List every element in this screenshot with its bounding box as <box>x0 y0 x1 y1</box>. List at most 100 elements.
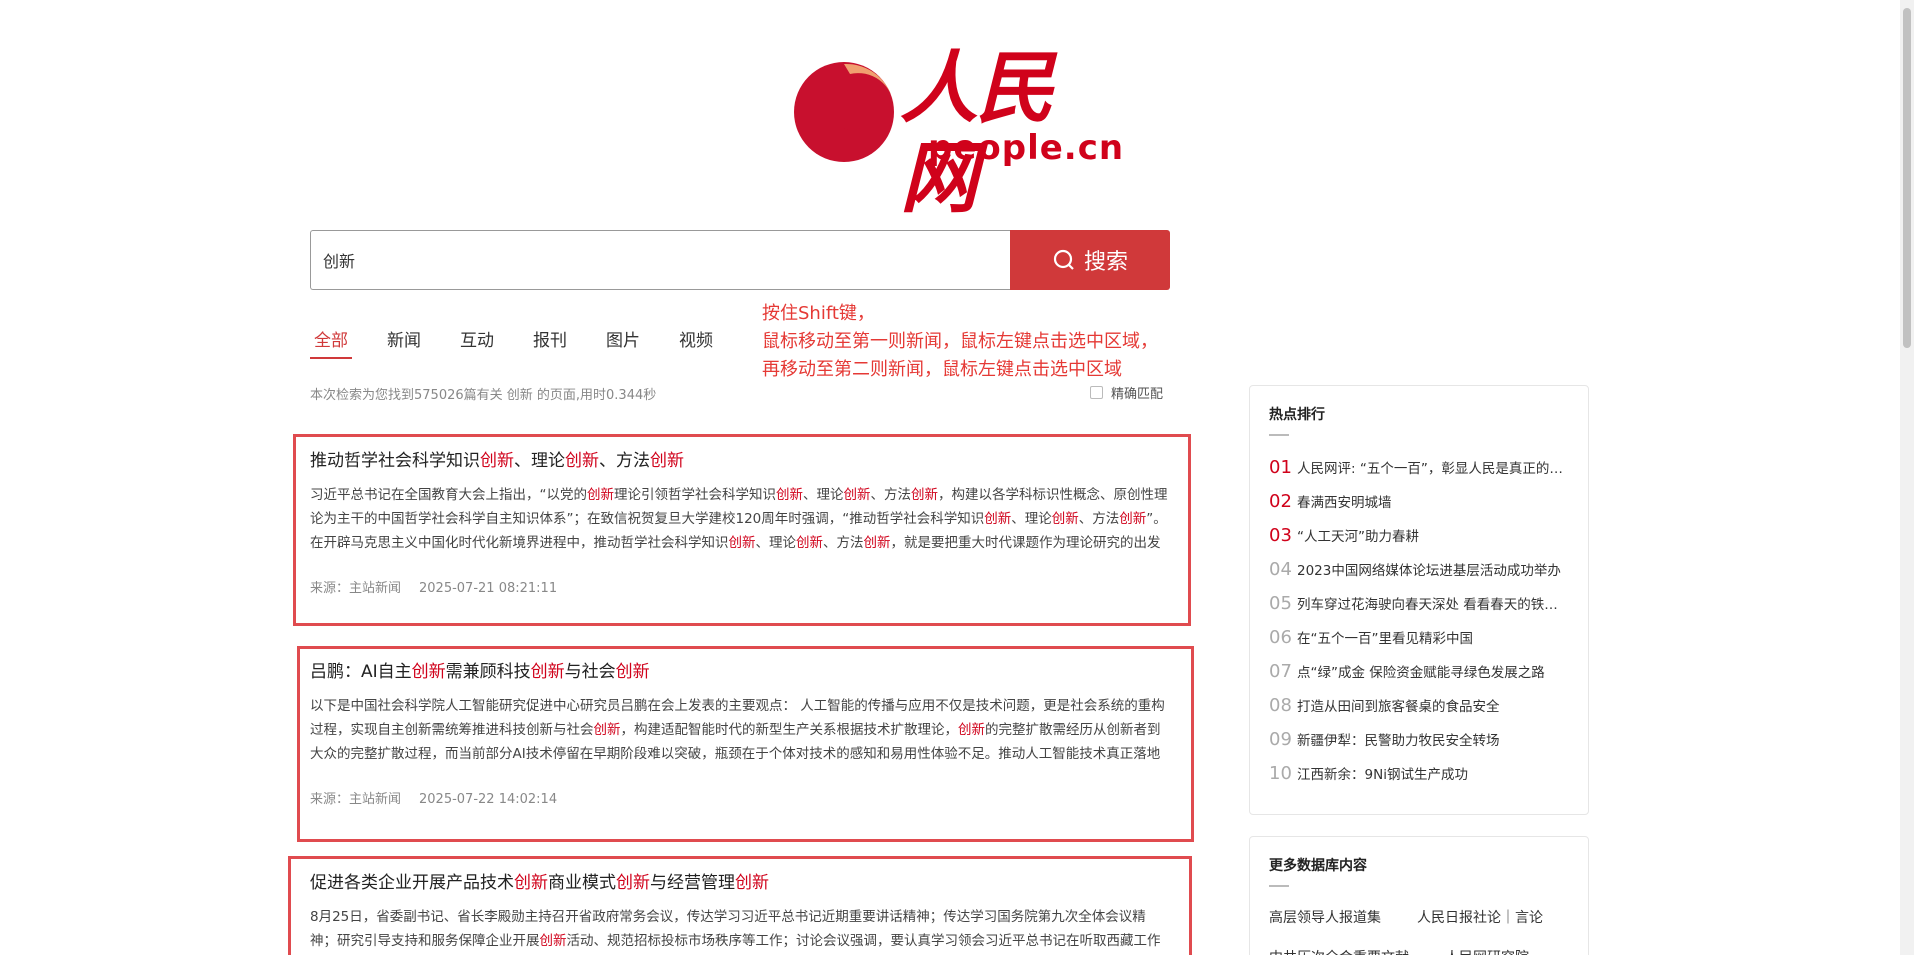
search-input[interactable]: 创新 <box>310 230 1010 290</box>
list-item[interactable]: 06 在“五个一百”里看见精彩中国 <box>1269 620 1588 654</box>
more-db-links: 高层领导人报道集 人民日报社论｜言论 <box>1269 907 1588 927</box>
exact-match-label: 精确匹配 <box>1111 387 1164 402</box>
rank-text: 2023中国网络媒体论坛进基层活动成功举办 <box>1297 563 1561 579</box>
rank-number: 09 <box>1269 728 1292 750</box>
title-part: 需兼顾科技 <box>445 662 531 682</box>
db-link-editorials[interactable]: 人民日报社论｜言论 <box>1417 907 1543 927</box>
snippet-part: 、方法 <box>823 535 864 551</box>
snippet-part: 习近平总书记在全国教育大会上指出，“以党的 <box>310 487 587 503</box>
search-result-2[interactable]: 吕鹏：AI自主创新需兼顾科技创新与社会创新 以下是中国社会科学院人工智能研究促进… <box>310 657 1170 807</box>
rank-number: 06 <box>1269 626 1292 648</box>
rank-number: 03 <box>1269 524 1292 546</box>
instruction-overlay: 按住Shift键， 鼠标移动至第一则新闻，鼠标左键点击选中区域， 再移动至第二则… <box>762 300 1158 384</box>
tab-interaction[interactable]: 互动 <box>456 326 498 359</box>
title-part: 促进各类企业开展产品技术 <box>310 873 514 893</box>
snippet-part: 、理论 <box>1011 511 1052 527</box>
instruction-line: 再移动至第二则新闻，鼠标左键点击选中区域 <box>762 359 1122 380</box>
snippet-part: 理论引领哲学社会科学知识 <box>614 487 776 503</box>
scrollbar-thumb[interactable] <box>1903 8 1911 348</box>
list-item[interactable]: 07 点“绿”成金 保险资金赋能寻绿色发展之路 <box>1269 654 1588 688</box>
hot-ranking-list: 01 人民网评: “五个一百”，彰显人民是真正的英雄 02 春满西安明城墙 03 “人… <box>1269 450 1588 790</box>
keyword-highlight: 创新 <box>843 487 871 503</box>
snippet-part: 、理论 <box>803 487 844 503</box>
db-link-leaders[interactable]: 高层领导人报道集 <box>1269 907 1381 927</box>
more-db-links-row2: 中共历次全会重要文献 人民网研究院 <box>1269 947 1588 955</box>
logo-text-en: people.cn <box>928 128 1125 168</box>
title-part: 与经营管理 <box>650 873 735 893</box>
rank-number: 10 <box>1269 762 1292 784</box>
rank-text: 春满西安明城墙 <box>1297 495 1392 511</box>
keyword-highlight: 创新 <box>728 535 756 551</box>
result-time: 2025-07-22 14:02:14 <box>419 792 558 807</box>
logo-emblem-icon <box>794 62 894 162</box>
keyword-highlight: 创新 <box>776 487 803 503</box>
rank-text: 列车穿过花海驶向春天深处 看看春天的铁路风景 <box>1297 597 1567 613</box>
db-link-research[interactable]: 人民网研究院 <box>1445 947 1529 955</box>
result-summary: 本次检索为您找到575026篇有关 创新 的页面,用时0.344秒 <box>310 388 657 403</box>
rank-text: 江西新余：9Ni钢试生产成功 <box>1297 767 1468 783</box>
search-result-3[interactable]: 促进各类企业开展产品技术创新商业模式创新与经营管理创新 8月25日，省委副书记、… <box>310 868 1170 953</box>
keyword-highlight: 创新 <box>539 933 567 949</box>
list-item[interactable]: 04 2023中国网络媒体论坛进基层活动成功举办 <box>1269 552 1588 586</box>
list-item[interactable]: 08 打造从田间到旅客餐桌的食品安全 <box>1269 688 1588 722</box>
tab-video[interactable]: 视频 <box>675 326 717 359</box>
tab-images[interactable]: 图片 <box>602 326 644 359</box>
keyword-highlight: 创新 <box>735 873 769 893</box>
keyword-highlight: 创新 <box>911 487 938 503</box>
result-title[interactable]: 吕鹏：AI自主创新需兼顾科技创新与社会创新 <box>310 657 1170 682</box>
snippet-part: 、方法 <box>1078 511 1120 527</box>
list-item[interactable]: 01 人民网评: “五个一百”，彰显人民是真正的英雄 <box>1269 450 1588 484</box>
more-db-title: 更多数据库内容 <box>1269 858 1367 874</box>
exact-match-checkbox[interactable] <box>1090 386 1103 399</box>
search-button[interactable]: 搜索 <box>1010 230 1170 290</box>
list-item[interactable]: 02 春满西安明城墙 <box>1269 484 1588 518</box>
keyword-highlight: 创新 <box>587 487 614 503</box>
keyword-highlight: 创新 <box>984 511 1012 527</box>
title-underline <box>1269 434 1289 436</box>
rank-number: 01 <box>1269 456 1292 478</box>
snippet-part: 、理论 <box>755 535 797 551</box>
rank-text: 新疆伊犁：民警助力牧民安全转场 <box>1297 733 1500 749</box>
title-part: 与社会 <box>564 662 616 682</box>
db-link-documents[interactable]: 中共历次全会重要文献 <box>1269 947 1409 955</box>
keyword-highlight: 创新 <box>514 873 548 893</box>
search-button-label: 搜索 <box>1083 250 1128 275</box>
page-scrollbar[interactable] <box>1900 0 1914 955</box>
keyword-highlight: 创新 <box>958 722 985 738</box>
rank-number: 04 <box>1269 558 1292 580</box>
result-snippet: 习近平总书记在全国教育大会上指出，“以党的创新理论引领哲学社会科学知识创新、理论… <box>310 483 1170 555</box>
result-snippet: 8月25日，省委副书记、省长李殿勋主持召开省政府常务会议，传达学习习近平总书记近… <box>310 905 1170 953</box>
instruction-line: 鼠标移动至第一则新闻，鼠标左键点击选中区域， <box>762 331 1158 352</box>
title-part: 吕鹏：AI自主 <box>310 662 412 682</box>
keyword-highlight: 创新 <box>615 662 650 682</box>
instruction-line: 按住Shift键， <box>762 303 875 324</box>
snippet-part: ，构建适配智能时代的新型生产关系根据技术扩散理论， <box>620 722 959 738</box>
tab-newspaper[interactable]: 报刊 <box>529 326 571 359</box>
keyword-highlight: 创新 <box>411 662 446 682</box>
keyword-highlight: 创新 <box>650 451 684 471</box>
result-title[interactable]: 推动哲学社会科学知识创新、理论创新、方法创新 <box>310 446 1170 471</box>
list-item[interactable]: 05 列车穿过花海驶向春天深处 看看春天的铁路风景 <box>1269 586 1588 620</box>
keyword-highlight: 创新 <box>530 662 565 682</box>
keyword-highlight: 创新 <box>1051 511 1079 527</box>
keyword-highlight: 创新 <box>480 451 514 471</box>
result-meta: 来源：主站新闻 2025-07-21 08:21:11 <box>310 577 1170 596</box>
result-title[interactable]: 促进各类企业开展产品技术创新商业模式创新与经营管理创新 <box>310 868 1170 893</box>
result-snippet: 以下是中国社会科学院人工智能研究促进中心研究员吕鹏在会上发表的主要观点： 人工智… <box>310 694 1170 766</box>
tab-news[interactable]: 新闻 <box>383 326 425 359</box>
exact-match-toggle[interactable]: 精确匹配 <box>1090 383 1163 402</box>
tab-all[interactable]: 全部 <box>310 326 352 359</box>
result-source: 来源：主站新闻 <box>310 792 402 807</box>
search-result-1[interactable]: 推动哲学社会科学知识创新、理论创新、方法创新 习近平总书记在全国教育大会上指出，… <box>310 446 1170 596</box>
title-part: 、理论 <box>514 451 565 471</box>
snippet-part: 、方法 <box>870 487 912 503</box>
rank-text: 打造从田间到旅客餐桌的食品安全 <box>1297 699 1500 715</box>
result-meta: 来源：主站新闻 2025-07-22 14:02:14 <box>310 788 1170 807</box>
list-item[interactable]: 03 “人工天河”助力春耕 <box>1269 518 1588 552</box>
rank-text: 点“绿”成金 保险资金赋能寻绿色发展之路 <box>1297 665 1545 681</box>
people-cn-logo[interactable]: 人民网 people.cn <box>790 44 1123 224</box>
list-item[interactable]: 09 新疆伊犁：民警助力牧民安全转场 <box>1269 722 1588 756</box>
result-source: 来源：主站新闻 <box>310 581 402 596</box>
keyword-highlight: 创新 <box>863 535 891 551</box>
list-item[interactable]: 10 江西新余：9Ni钢试生产成功 <box>1269 756 1588 790</box>
